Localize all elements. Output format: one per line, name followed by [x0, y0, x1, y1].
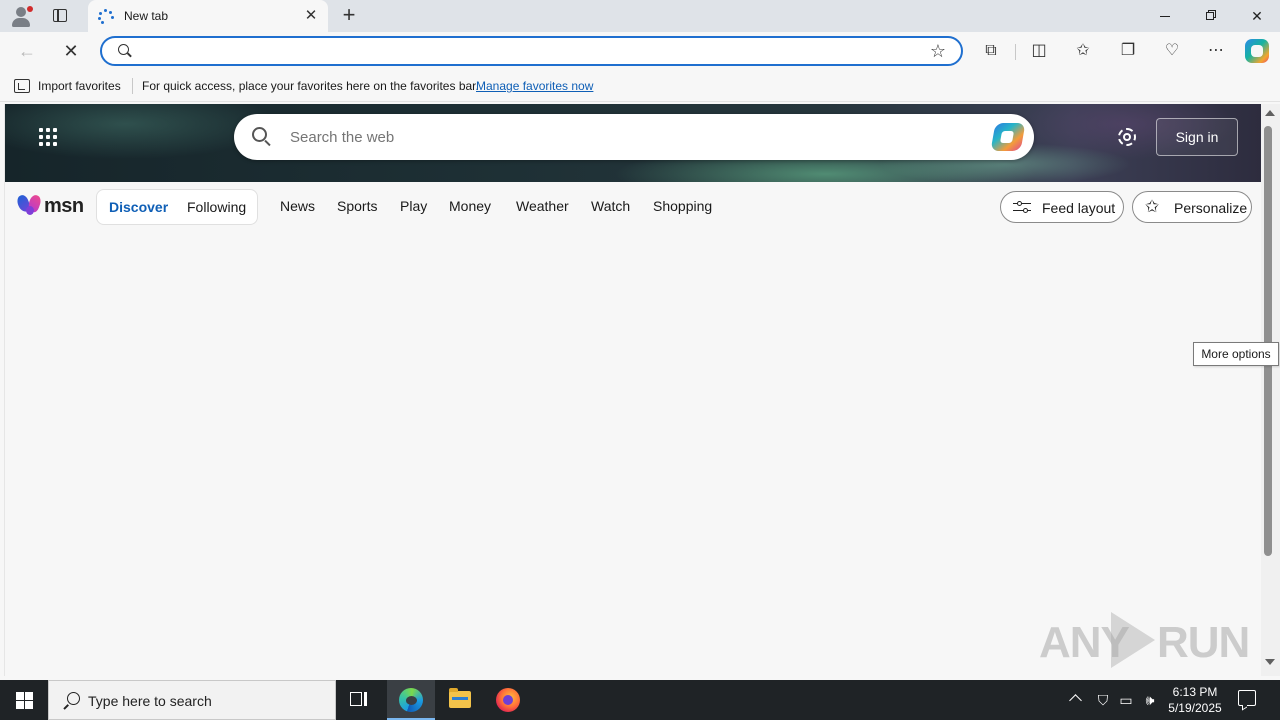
copilot-search-icon[interactable] — [990, 123, 1026, 151]
add-favorite-star-icon[interactable]: ☆ — [927, 40, 949, 62]
search-icon — [252, 127, 272, 147]
notification-dot-icon — [27, 6, 33, 12]
network-icon[interactable]: ▭ — [1117, 690, 1135, 710]
start-windows-icon[interactable] — [0, 680, 48, 720]
extensions-icon[interactable]: ⧉ — [979, 40, 1003, 62]
sparkle-star-icon: ✩ — [1145, 197, 1160, 216]
nav-link-play[interactable]: Play — [400, 198, 427, 214]
browser-essentials-icon[interactable]: ♡ — [1160, 40, 1184, 62]
import-favorites-icon — [14, 79, 30, 93]
nav-link-news[interactable]: News — [280, 198, 315, 214]
clock-time: 6:13 PM — [1172, 685, 1218, 699]
personalize-label: Personalize — [1174, 200, 1248, 216]
page-scrollbar[interactable] — [1261, 104, 1280, 676]
split-screen-icon[interactable]: ◫ — [1027, 40, 1051, 62]
web-search-input[interactable] — [290, 127, 970, 147]
edge-browser-icon — [399, 688, 423, 712]
show-hidden-icons-chevron-icon[interactable] — [1069, 694, 1082, 707]
msn-hero-banner: Sign in — [5, 104, 1261, 182]
file-explorer-folder-icon — [449, 688, 471, 708]
page-viewport: Sign in msn Discover Following News Spor… — [4, 104, 1261, 676]
taskbar-search-box[interactable]: Type here to search — [48, 680, 336, 720]
window-close-button[interactable]: ✕ — [1234, 0, 1280, 32]
tab-close-button[interactable]: ✕ — [303, 8, 319, 24]
taskbar-search-placeholder: Type here to search — [88, 693, 212, 709]
personalize-button[interactable]: ✩ Personalize — [1132, 191, 1252, 223]
copilot-icon[interactable] — [1245, 39, 1269, 63]
toolbar-divider — [1015, 44, 1016, 60]
search-icon — [63, 692, 81, 710]
feed-tab-group: Discover Following — [96, 189, 258, 225]
msn-logo[interactable]: msn — [15, 192, 87, 220]
browser-toolbar: ← ✕ ☆ ⧉ ◫ ✩ ❐ ♡ ⋯ — [0, 32, 1280, 70]
taskbar-firefox-app[interactable] — [484, 680, 532, 720]
scroll-up-arrow-icon[interactable] — [1265, 110, 1275, 116]
search-icon — [118, 44, 132, 58]
feed-layout-label: Feed layout — [1042, 200, 1116, 216]
msn-butterfly-icon — [15, 193, 43, 216]
sliders-icon — [1013, 200, 1031, 214]
apps-launcher-icon[interactable] — [39, 128, 59, 148]
loading-spinner-icon — [98, 9, 114, 25]
clock-date: 5/19/2025 — [1168, 701, 1222, 715]
windows-taskbar: Type here to search ⛉ ▭ 🕪 6:13 PM 5/19/2… — [0, 680, 1280, 720]
settings-gear-icon[interactable] — [1115, 125, 1139, 149]
nav-link-watch[interactable]: Watch — [591, 198, 630, 214]
sign-in-button[interactable]: Sign in — [1156, 118, 1238, 156]
nav-link-shopping[interactable]: Shopping — [653, 198, 712, 214]
taskbar-file-explorer-app[interactable] — [436, 680, 484, 720]
address-input[interactable] — [142, 42, 912, 60]
profile-avatar-icon[interactable] — [9, 4, 33, 28]
manage-favorites-link[interactable]: Manage favorites now — [476, 79, 593, 93]
taskbar-clock[interactable]: 6:13 PM 5/19/2025 — [1160, 684, 1230, 716]
nav-link-sports[interactable]: Sports — [337, 198, 377, 214]
favorites-bar-divider — [132, 78, 133, 94]
favorites-bar: Import favorites For quick access, place… — [0, 70, 1280, 102]
favorites-icon[interactable]: ✩ — [1071, 40, 1095, 62]
more-options-icon[interactable]: ⋯ — [1204, 40, 1228, 62]
feed-layout-button[interactable]: Feed layout — [1000, 191, 1124, 223]
new-tab-button[interactable]: + — [338, 4, 360, 27]
action-center-notification-icon[interactable] — [1238, 690, 1256, 706]
tab-title: New tab — [124, 9, 169, 23]
favorites-bar-message: For quick access, place your favorites h… — [142, 79, 479, 93]
volume-icon[interactable]: 🕪 — [1141, 690, 1159, 710]
tab-actions-menu-icon[interactable] — [50, 6, 70, 26]
more-options-tooltip: More options — [1193, 342, 1279, 366]
nav-link-money[interactable]: Money — [449, 198, 491, 214]
collections-icon[interactable]: ❐ — [1116, 40, 1140, 62]
task-view-icon[interactable] — [348, 690, 370, 710]
scrollbar-thumb[interactable] — [1264, 126, 1272, 556]
tab-following[interactable]: Following — [187, 199, 246, 215]
firefox-icon — [496, 688, 520, 712]
stop-loading-button[interactable]: ✕ — [60, 40, 82, 62]
tab-new-tab[interactable]: New tab ✕ — [88, 0, 328, 32]
back-button[interactable]: ← — [16, 40, 38, 62]
taskbar-edge-app[interactable] — [387, 680, 435, 720]
browser-tab-bar: New tab ✕ + ✕ — [0, 0, 1280, 32]
address-bar[interactable]: ☆ — [100, 36, 963, 66]
msn-logo-text: msn — [44, 195, 84, 217]
window-minimize-button[interactable] — [1142, 0, 1188, 32]
security-shield-icon[interactable]: ⛉ — [1094, 690, 1112, 710]
window-restore-button[interactable] — [1188, 0, 1234, 32]
import-favorites-button[interactable]: Import favorites — [38, 79, 121, 93]
tab-discover[interactable]: Discover — [109, 199, 168, 215]
web-search-box[interactable] — [234, 114, 1034, 160]
nav-link-weather[interactable]: Weather — [516, 198, 569, 214]
scroll-down-arrow-icon[interactable] — [1265, 659, 1275, 665]
play-icon — [1111, 612, 1155, 668]
